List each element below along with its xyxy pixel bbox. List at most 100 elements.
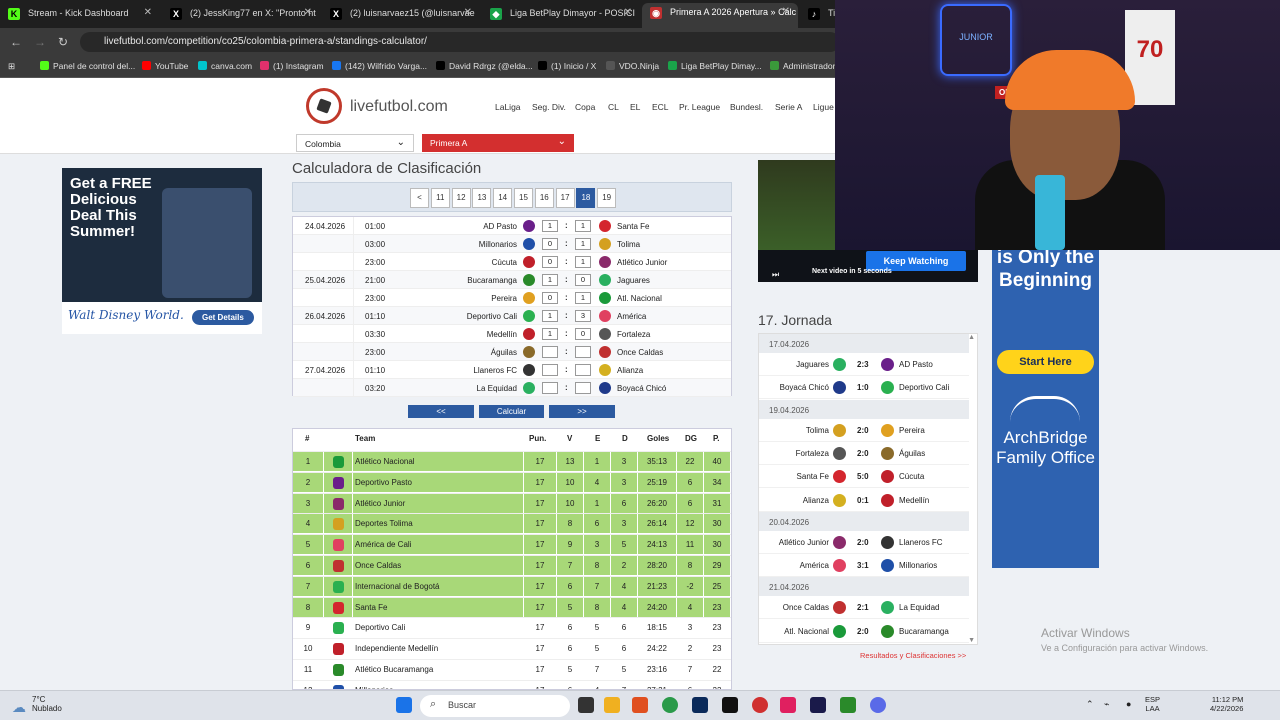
home-score-input[interactable]: 0: [542, 238, 558, 250]
away-score-input[interactable]: 0: [575, 328, 591, 340]
nav-link[interactable]: Ligue: [813, 102, 834, 112]
home-score-input[interactable]: 0: [542, 292, 558, 304]
pager-page-button[interactable]: 18: [576, 188, 596, 208]
bookmark-item[interactable]: (1) Inicio / X: [538, 61, 596, 71]
pager-page-button[interactable]: 11: [430, 188, 450, 208]
browser-tab[interactable]: ◉ Primera A 2026 Apertura » Calc ✕: [642, 3, 798, 28]
reload-icon[interactable]: ↻: [58, 35, 68, 49]
away-score-input[interactable]: 1: [575, 220, 591, 232]
scroll-down-icon[interactable]: ▼: [968, 637, 975, 644]
nav-link[interactable]: CL: [608, 102, 619, 112]
browser-tab[interactable]: ◆ Liga BetPlay Dimayor - POSICI ✕: [482, 4, 640, 24]
pager-page-button[interactable]: 17: [555, 188, 575, 208]
nav-link[interactable]: Serie A: [775, 102, 802, 112]
next-round-button[interactable]: >>: [549, 405, 615, 418]
results-link[interactable]: Resultados y Clasificaciones >>: [860, 651, 966, 660]
browser-tab[interactable]: K Stream - Kick Dashboard ✕: [0, 4, 160, 24]
prev-round-button[interactable]: <<: [408, 405, 474, 418]
clock[interactable]: 11:12 PM 4/22/2026: [1210, 695, 1243, 713]
task-view-icon[interactable]: [578, 697, 594, 713]
bookmark-item[interactable]: Administrador: [770, 61, 835, 71]
browser-tab[interactable]: X (2) JessKing77 en X: "Pronto ht ✕: [162, 4, 320, 24]
weather-widget[interactable]: ☁ 7°C Nublado: [12, 695, 62, 715]
result-row[interactable]: Boyacá Chicó 1:0 Deportivo Cali: [759, 376, 969, 400]
result-row[interactable]: Atl. Nacional 2:0 Bucaramanga: [759, 620, 969, 643]
nvidia-icon[interactable]: [840, 697, 856, 713]
country-select[interactable]: Colombia ⌄: [296, 134, 414, 152]
result-row[interactable]: Jaguares 2:3 AD Pasto: [759, 353, 969, 376]
bookmark-item[interactable]: David Rdrgz (@elda...: [436, 61, 533, 71]
result-row[interactable]: Atlético Junior 2:0 Llaneros FC: [759, 531, 969, 554]
close-icon[interactable]: ✕: [304, 7, 312, 18]
scroll-up-icon[interactable]: ▲: [968, 334, 975, 341]
away-score-input[interactable]: [575, 346, 591, 358]
nav-link[interactable]: Copa: [575, 102, 595, 112]
chrome-icon[interactable]: [662, 697, 678, 713]
url-field[interactable]: livefutbol.com/competition/co25/colombia…: [80, 32, 840, 52]
nav-link[interactable]: EL: [630, 102, 640, 112]
browser-tab[interactable]: ♪ Tik: [800, 4, 840, 24]
close-icon[interactable]: ✕: [464, 7, 472, 18]
home-score-input[interactable]: [542, 364, 558, 376]
pager-page-button[interactable]: 14: [493, 188, 513, 208]
pager-prev-button[interactable]: <: [410, 188, 429, 208]
pager-page-button[interactable]: 19: [597, 188, 617, 208]
nav-link[interactable]: Bundesl.: [730, 102, 763, 112]
bookmark-item[interactable]: (142) Wilfrido Varga...: [332, 61, 427, 71]
taskbar-search[interactable]: ⌕ Buscar: [420, 695, 570, 717]
bookmark-item[interactable]: YouTube: [142, 61, 188, 71]
home-score-input[interactable]: 1: [542, 220, 558, 232]
home-score-input[interactable]: [542, 382, 558, 394]
home-score-input[interactable]: 1: [542, 328, 558, 340]
close-icon[interactable]: ✕: [624, 7, 632, 18]
recorder-icon[interactable]: [752, 697, 768, 713]
away-score-input[interactable]: 0: [575, 274, 591, 286]
nav-link[interactable]: Pr. League: [679, 102, 720, 112]
archbridge-ad[interactable]: is Only the Beginning Start Here ArchBri…: [992, 246, 1099, 568]
home-score-input[interactable]: 0: [542, 256, 558, 268]
file-explorer-icon[interactable]: [604, 697, 620, 713]
away-score-input[interactable]: 1: [575, 238, 591, 250]
result-row[interactable]: Alianza 0:1 Medellín: [759, 489, 969, 512]
close-icon[interactable]: ✕: [144, 7, 152, 18]
pager-page-button[interactable]: 16: [534, 188, 554, 208]
after-effects-icon[interactable]: [810, 697, 826, 713]
away-score-input[interactable]: 1: [575, 256, 591, 268]
discord-icon[interactable]: [870, 697, 886, 713]
result-row[interactable]: Santa Fe 5:0 Cúcuta: [759, 465, 969, 489]
site-logo[interactable]: livefutbol.com: [306, 88, 456, 128]
league-select[interactable]: Primera A ⌄: [422, 134, 574, 152]
pager-page-button[interactable]: 13: [472, 188, 492, 208]
nav-link[interactable]: ECL: [652, 102, 669, 112]
bookmark-item[interactable]: Panel de control del...: [40, 61, 135, 71]
pager-page-button[interactable]: 15: [514, 188, 533, 208]
bookmark-item[interactable]: canva.com: [198, 61, 252, 71]
result-row[interactable]: Fortaleza 2:0 Águilas: [759, 442, 969, 465]
result-row[interactable]: Tolima 2:0 Pereira: [759, 419, 969, 442]
start-here-button[interactable]: Start Here: [997, 350, 1094, 374]
away-score-input[interactable]: 3: [575, 310, 591, 322]
photoshop-icon[interactable]: [692, 697, 708, 713]
nav-link[interactable]: LaLiga: [495, 102, 521, 112]
language-indicator[interactable]: ESP LAA: [1145, 695, 1160, 713]
disney-ad[interactable]: Get a FREE Delicious Deal This Summer! W…: [62, 168, 262, 334]
bookmark-item[interactable]: VDO.Ninja: [606, 61, 659, 71]
copilot-icon[interactable]: [632, 697, 648, 713]
skip-icon[interactable]: ⏭: [772, 270, 779, 280]
browser-tab[interactable]: X (2) luisnarvaez15 (@luisnarvae ✕: [322, 4, 480, 24]
network-icon[interactable]: ⌁: [1104, 699, 1109, 710]
result-row[interactable]: América 3:1 Millonarios: [759, 554, 969, 578]
away-score-input[interactable]: [575, 364, 591, 376]
bookmark-item[interactable]: Liga BetPlay Dimay...: [668, 61, 762, 71]
home-score-input[interactable]: [542, 346, 558, 358]
away-score-input[interactable]: [575, 382, 591, 394]
result-row[interactable]: Once Caldas 2:1 La Equidad: [759, 596, 969, 620]
start-icon[interactable]: [396, 697, 412, 713]
apps-icon[interactable]: ⊞: [8, 61, 15, 72]
nav-link[interactable]: Seg. Div.: [532, 102, 566, 112]
back-icon[interactable]: ←: [10, 35, 22, 49]
home-score-input[interactable]: 1: [542, 274, 558, 286]
pager-page-button[interactable]: 12: [451, 188, 471, 208]
bookmark-item[interactable]: (1) Instagram: [260, 61, 324, 71]
away-score-input[interactable]: 1: [575, 292, 591, 304]
